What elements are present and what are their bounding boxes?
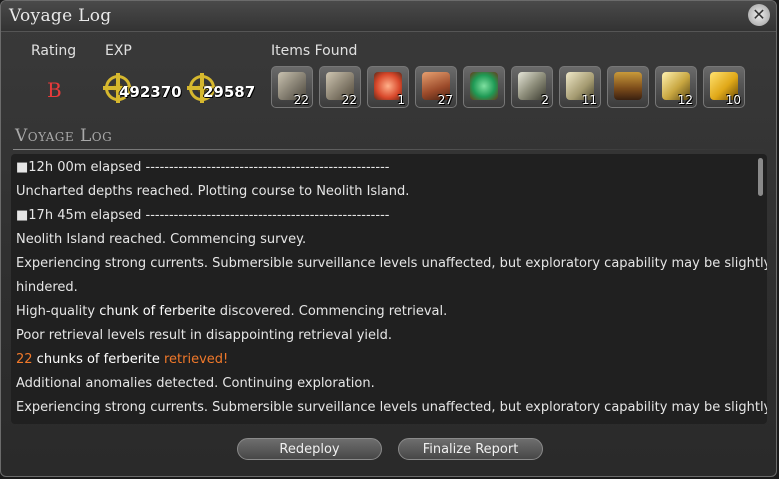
item-slot[interactable] [607,66,649,108]
item-slot[interactable]: 1 [367,66,409,108]
log-line: hindered. [16,280,78,295]
log-line: High-quality chunk of ferberite discover… [16,304,448,319]
quantity-highlight: 22 [16,352,33,367]
redeploy-button[interactable]: Redeploy [237,438,382,460]
retrieved-highlight: retrieved! [164,352,229,367]
exp-label: EXP [105,43,132,59]
window-title: Voyage Log [9,6,112,26]
item-slot[interactable] [463,66,505,108]
log-line: Experiencing strong currents. Submersibl… [16,400,767,415]
close-icon[interactable]: ✕ [748,4,770,26]
item-count: 27 [437,93,453,107]
log-line: Neolith Island reached. Commencing surve… [16,232,307,247]
item-slot[interactable]: 11 [559,66,601,108]
item-slot[interactable]: 12 [655,66,697,108]
log-line: ■12h 00m elapsed -----------------------… [16,160,390,175]
log-line: Experiencing strong currents. Submersibl… [16,256,767,271]
item-count: 22 [293,93,309,107]
green-crystal-icon [470,72,498,100]
log-line: Uncharted depths reached. Plotting cours… [16,184,410,199]
item-slot[interactable]: 2 [511,66,553,108]
item-count: 2 [541,93,549,107]
item-count: 22 [341,93,357,107]
item-count: 1 [397,93,405,107]
title-bar[interactable]: Voyage Log ✕ [1,1,776,32]
exp-total: 492370 [105,71,182,105]
finalize-report-button[interactable]: Finalize Report [398,438,543,460]
log-scrollbar[interactable] [758,158,763,196]
treasure-chest-icon [614,72,642,100]
rating-value: B [47,78,62,102]
item-slot[interactable]: 27 [415,66,457,108]
item-count: 12 [677,93,693,107]
item-slot[interactable]: 10 [703,66,745,108]
log-line: ■17h 45m elapsed -----------------------… [16,208,390,223]
exp-value-primary: 492370 [119,83,182,101]
voyage-log-heading: Voyage Log [15,126,113,146]
rating-label: Rating [31,43,77,59]
log-line: Additional anomalies detected. Continuin… [16,376,375,391]
log-line: 22 chunks of ferberite retrieved! [16,352,229,367]
item-name-highlight: chunk of ferberite [99,304,216,319]
item-count: 11 [581,93,597,107]
divider [13,149,769,150]
exp-bonus: 29587 [189,71,256,105]
item-count: 10 [725,93,741,107]
voyage-log-panel[interactable]: ■12h 00m elapsed -----------------------… [11,154,767,424]
item-slot[interactable]: 22 [319,66,361,108]
exp-value-secondary: 29587 [203,83,256,101]
log-line: Poor retrieval levels result in disappoi… [16,328,393,343]
voyage-log-window: Voyage Log ✕ Rating EXP Items Found B 49… [0,0,777,477]
items-found-label: Items Found [271,43,358,59]
item-slot[interactable]: 22 [271,66,313,108]
